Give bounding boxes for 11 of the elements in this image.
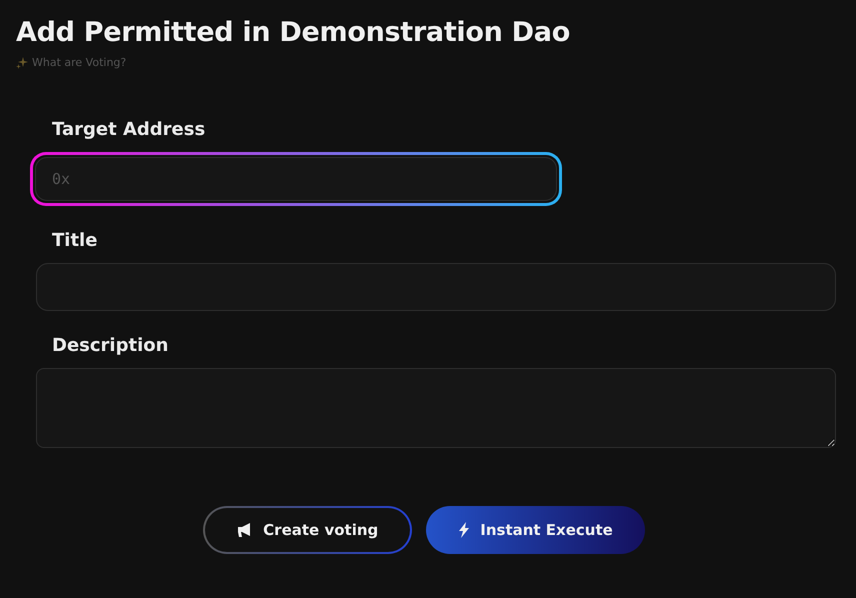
lightning-icon — [458, 522, 470, 538]
execute-button[interactable]: Instant Execute — [426, 506, 645, 554]
text-area[interactable] — [36, 368, 836, 448]
field-label: Target Address — [52, 119, 206, 141]
text-field[interactable] — [36, 263, 836, 311]
field-label: Title — [52, 230, 98, 252]
field-label: Description — [52, 335, 170, 357]
text-field[interactable]: 0x — [35, 157, 557, 201]
page-title: Add Permitted in Demonstration Dao — [16, 16, 571, 50]
sparkle-icon — [16, 56, 28, 68]
create-voting-button[interactable]: Create voting — [203, 506, 412, 554]
